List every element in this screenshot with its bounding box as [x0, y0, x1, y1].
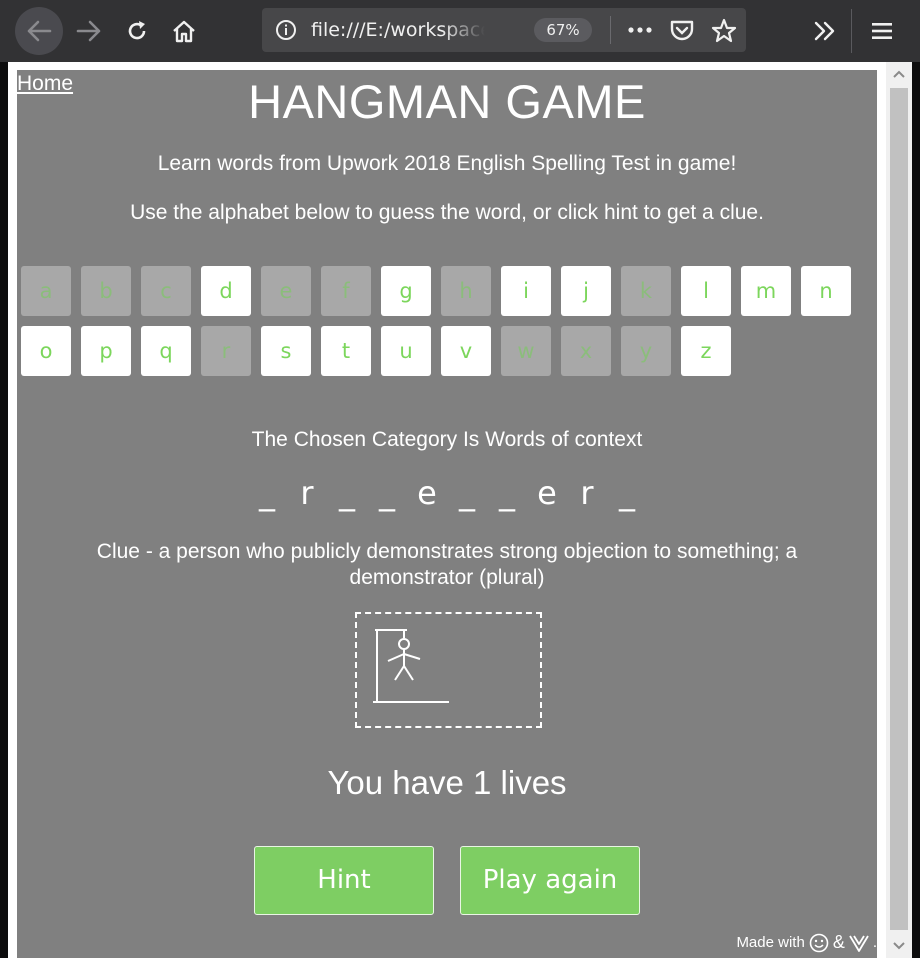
instructions-text: Use the alphabet below to guess the word…	[130, 201, 764, 224]
letter-button-f: f	[321, 266, 371, 316]
page-title: HANGMAN GAME	[248, 75, 646, 128]
word-slot: e	[417, 474, 437, 512]
made-with-text: Made with	[736, 934, 805, 951]
word-slot: _	[619, 474, 635, 512]
lives-counter: You have 1 lives	[327, 764, 567, 801]
hamburger-menu-icon	[872, 23, 892, 39]
hangman-figure-icon	[373, 629, 449, 703]
bookmark-star-icon[interactable]	[711, 18, 737, 44]
reload-button[interactable]	[114, 8, 160, 54]
letter-button-k: k	[621, 266, 671, 316]
vue-logo-icon	[849, 935, 869, 952]
letter-button-h: h	[441, 266, 491, 316]
overflow-button[interactable]	[802, 8, 848, 54]
letter-button-q[interactable]: q	[141, 326, 191, 376]
letter-button-c: c	[141, 266, 191, 316]
word-slot: r	[300, 474, 314, 512]
hangman-drawing	[355, 612, 542, 728]
word-slot: _	[259, 474, 275, 512]
word-slot: _	[339, 474, 355, 512]
word-slot: _	[459, 474, 475, 512]
letter-button-o[interactable]: o	[21, 326, 71, 376]
chevron-down-icon	[893, 942, 905, 950]
made-with-footer: Made with & .	[736, 932, 877, 953]
letter-button-j[interactable]: j	[561, 266, 611, 316]
letter-button-a: a	[21, 266, 71, 316]
zoom-indicator[interactable]: 67%	[534, 18, 592, 42]
clue-text: Clue - a person who publicly demonstrate…	[96, 540, 798, 589]
letter-button-g[interactable]: g	[381, 266, 431, 316]
letter-button-b: b	[81, 266, 131, 316]
letter-button-n[interactable]: n	[801, 266, 851, 316]
url-divider	[610, 16, 611, 44]
home-button[interactable]	[161, 8, 207, 54]
letter-button-r: r	[201, 326, 251, 376]
made-with-dot: .	[872, 934, 877, 951]
browser-toolbar: file:///E:/workspace 67%	[0, 0, 920, 62]
word-display: _ r _ _ e _ _ e r _	[17, 474, 877, 512]
url-text[interactable]: file:///E:/workspace	[311, 19, 485, 41]
smiley-icon	[809, 933, 829, 952]
letter-button-t[interactable]: t	[321, 326, 371, 376]
back-arrow-icon	[27, 20, 52, 42]
scrollbar-thumb[interactable]	[890, 88, 908, 930]
reload-icon	[128, 21, 146, 40]
more-actions-icon[interactable]	[626, 18, 654, 42]
letter-button-i[interactable]: i	[501, 266, 551, 316]
scroll-up-button[interactable]	[886, 62, 912, 86]
letter-button-s[interactable]: s	[261, 326, 311, 376]
vertical-scrollbar[interactable]	[886, 62, 912, 958]
letter-button-p[interactable]: p	[81, 326, 131, 376]
viewport: Home HANGMAN GAME Learn words from Upwor…	[8, 62, 912, 958]
intro-text: Learn words from Upwork 2018 English Spe…	[157, 152, 737, 175]
word-slot: _	[499, 474, 515, 512]
menu-button[interactable]	[859, 8, 905, 54]
letter-button-m[interactable]: m	[741, 266, 791, 316]
letter-button-x: x	[561, 326, 611, 376]
letter-button-d[interactable]: d	[201, 266, 251, 316]
forward-arrow-icon	[76, 20, 101, 42]
game-page: Home HANGMAN GAME Learn words from Upwor…	[17, 70, 877, 958]
forward-button[interactable]	[66, 8, 112, 54]
toolbar-divider	[851, 9, 852, 53]
info-icon[interactable]	[275, 19, 297, 41]
letter-button-w: w	[501, 326, 551, 376]
category-text: The Chosen Category Is Words of context	[251, 428, 643, 451]
home-icon	[173, 20, 195, 43]
play-again-button[interactable]: Play again	[460, 846, 640, 915]
letter-button-y: y	[621, 326, 671, 376]
double-chevron-icon	[814, 21, 835, 41]
letter-button-l[interactable]: l	[681, 266, 731, 316]
hint-button[interactable]: Hint	[254, 846, 434, 915]
scroll-down-button[interactable]	[886, 934, 912, 958]
letter-button-u[interactable]: u	[381, 326, 431, 376]
chevron-up-icon	[893, 70, 905, 78]
letter-button-v[interactable]: v	[441, 326, 491, 376]
back-button[interactable]	[15, 7, 63, 55]
word-slot: _	[379, 474, 395, 512]
word-slot: r	[580, 474, 594, 512]
letter-button-z[interactable]: z	[681, 326, 731, 376]
word-slot: e	[537, 474, 557, 512]
made-with-amp: &	[832, 932, 845, 952]
pocket-icon[interactable]	[669, 18, 695, 42]
letter-button-e: e	[261, 266, 311, 316]
url-bar[interactable]: file:///E:/workspace 67%	[262, 8, 746, 52]
